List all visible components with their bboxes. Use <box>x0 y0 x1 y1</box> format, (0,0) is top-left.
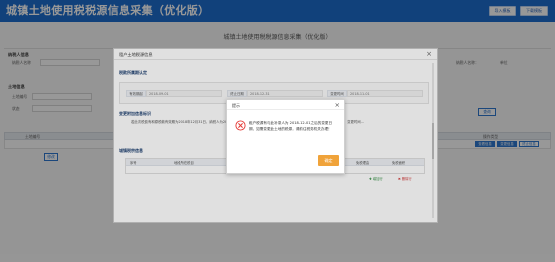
alert-close-icon[interactable]: × <box>335 101 340 109</box>
alert-message: 租户税源有与此补录人为 2018-12-01之后的变更日期，如需变更此土地的税源… <box>249 121 333 131</box>
alert-title: 提示 <box>232 103 240 108</box>
alert-dialog: 提示 × 租户税源有与此补录人为 2018-12-01之后的变更日期，如需变更此… <box>226 99 345 174</box>
error-circle-icon <box>235 120 246 131</box>
alert-header: 提示 × <box>227 100 344 110</box>
ok-button[interactable]: 确定 <box>318 155 339 166</box>
